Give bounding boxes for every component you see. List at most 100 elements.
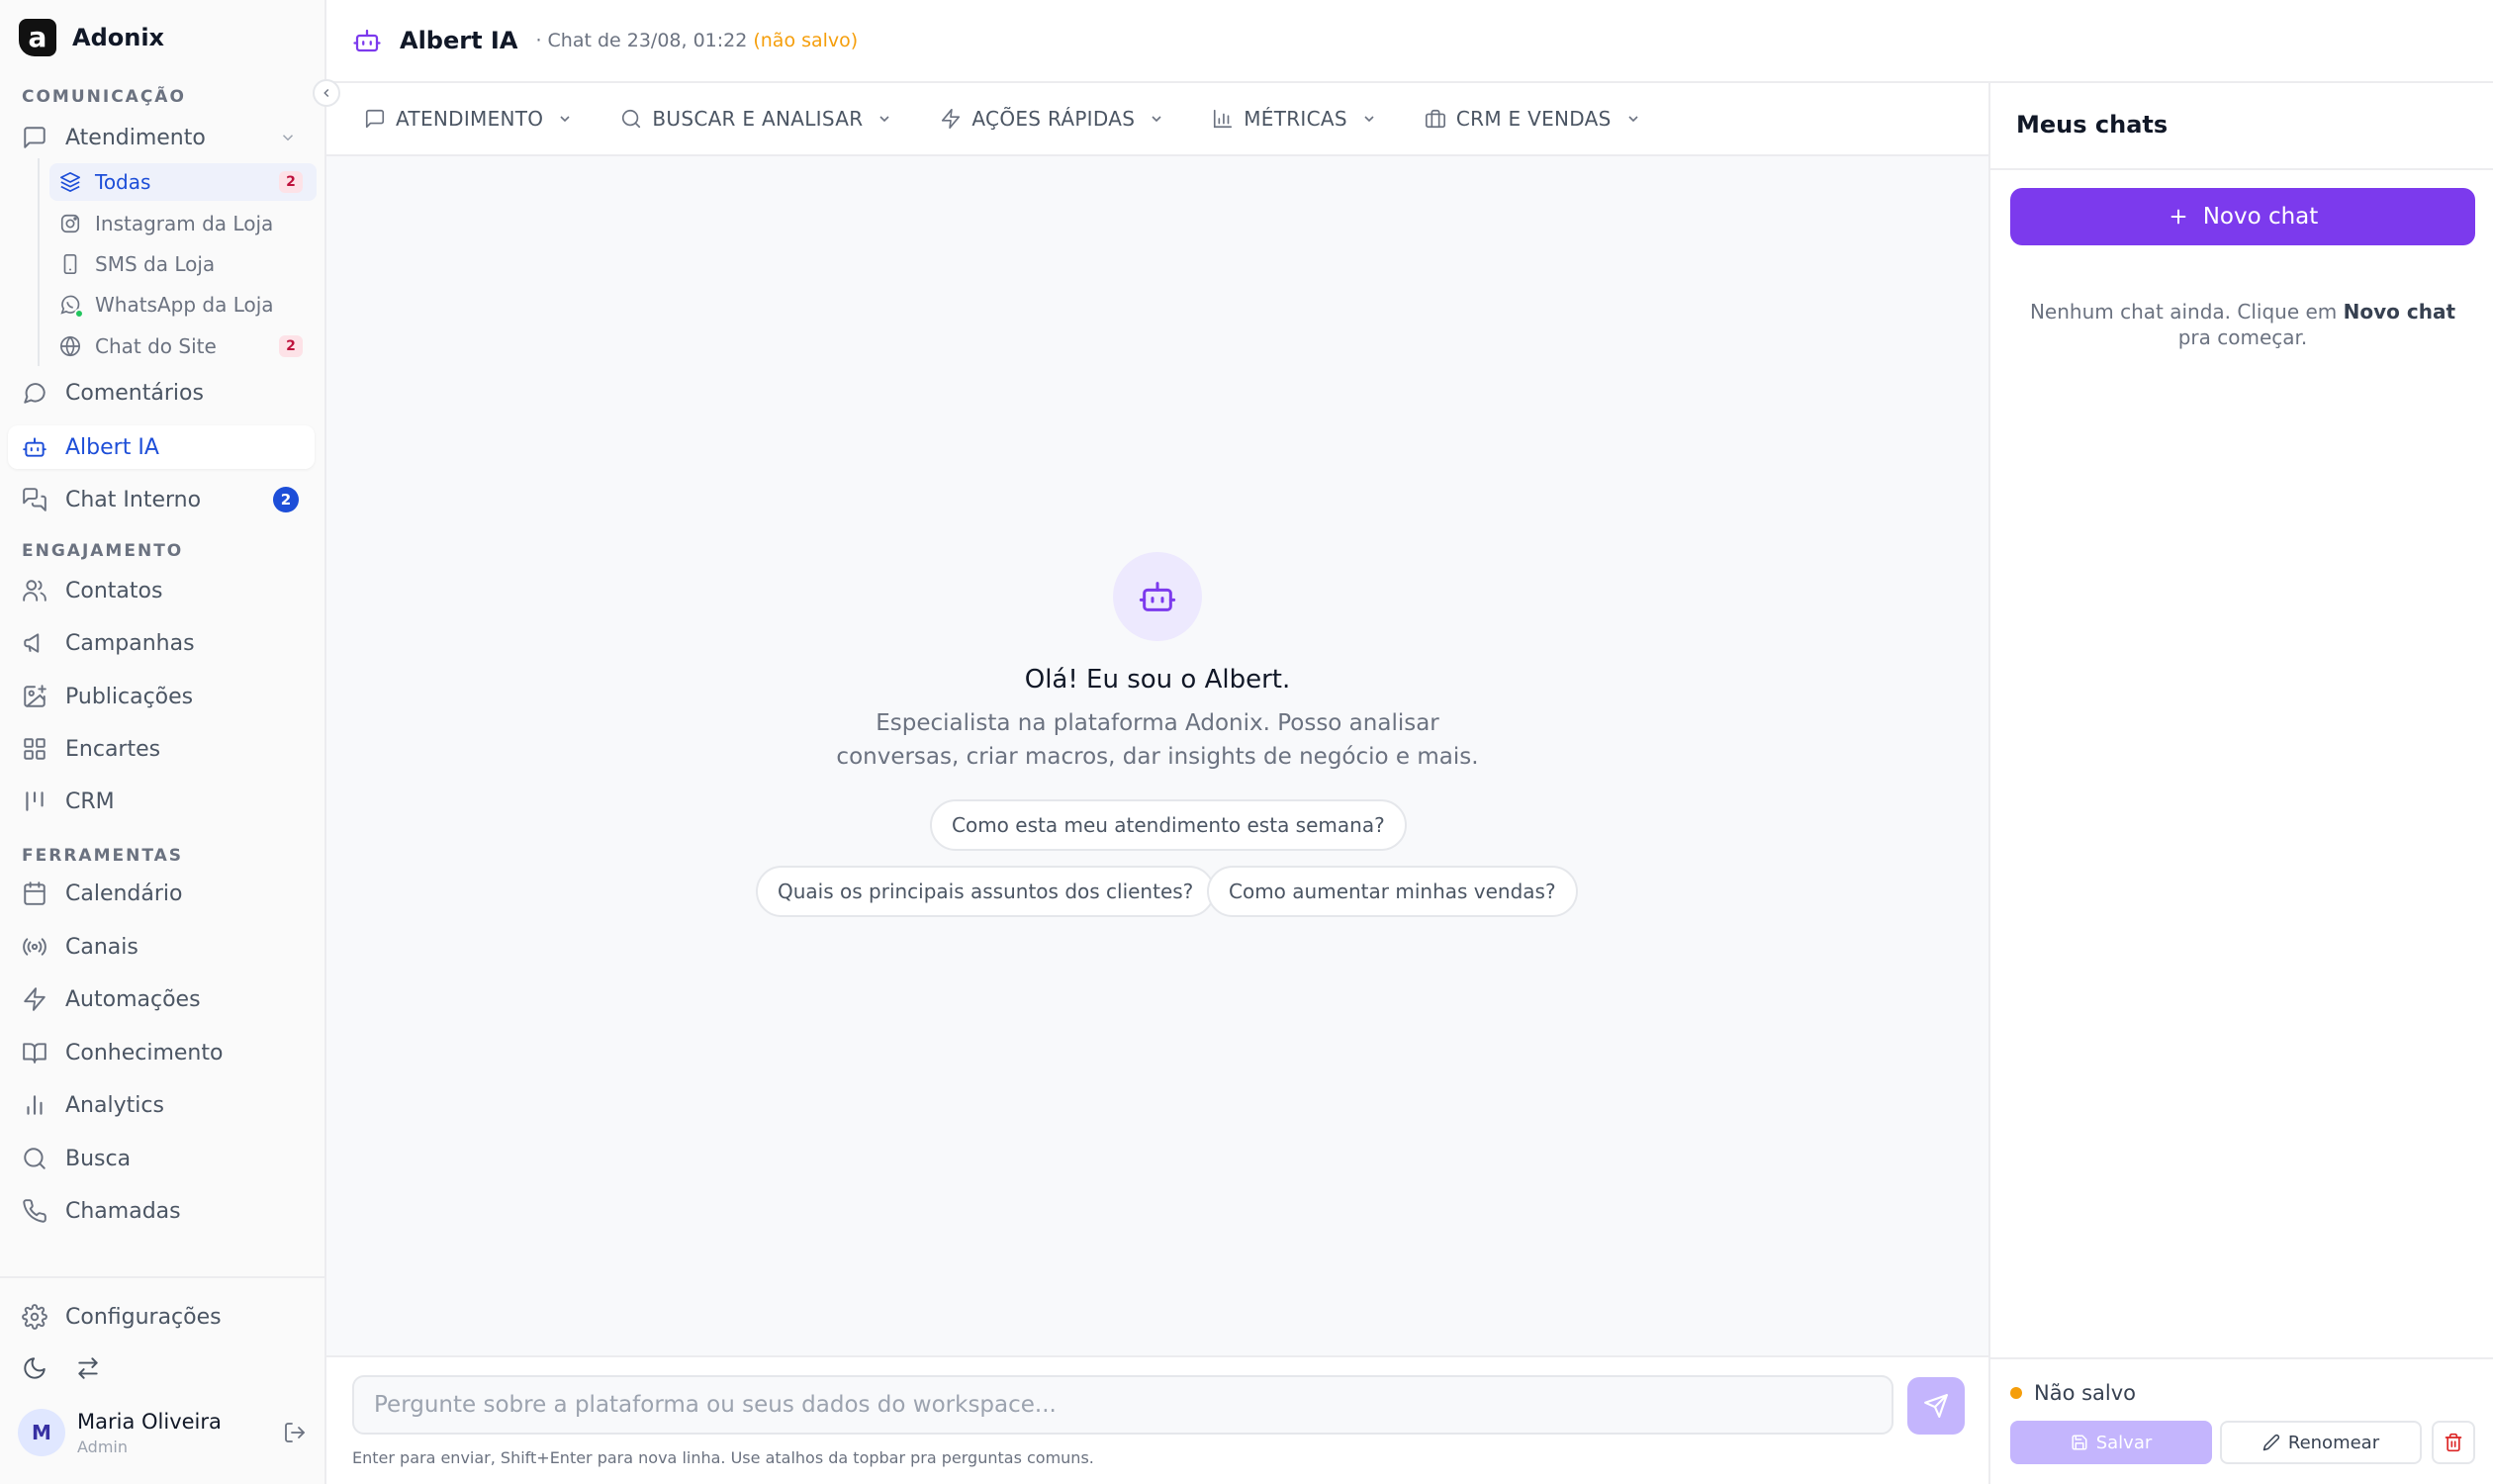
sidebar-item-label: Contatos (65, 578, 163, 603)
rename-button[interactable]: Renomear (2220, 1421, 2422, 1464)
calendar-icon (24, 881, 46, 905)
empty-chats-message: Nenhum chat ainda. Clique em Novo chat p… (2029, 300, 2456, 349)
topbar-menu-label: MÉTRICAS (1244, 107, 1347, 131)
sidebar-item-chamadas[interactable]: Chamadas (22, 1191, 309, 1231)
chevron-down-icon (1152, 116, 1161, 123)
kanban-icon (26, 791, 44, 811)
briefcase-icon (1425, 109, 1445, 129)
logout-icon[interactable] (283, 1421, 307, 1444)
suggestion-chip[interactable]: Como aumentar minhas vendas? (1207, 866, 1578, 917)
sidebar-item-label: Albert IA (65, 434, 159, 460)
my-chats-panel: Meus chats Novo chat Nenhum chat ainda. … (1988, 83, 2493, 1484)
brand[interactable]: a Adonix (19, 19, 164, 56)
sidebar-subitem-todas[interactable]: Todas 2 (49, 163, 317, 201)
sidebar-item-busca[interactable]: Busca (22, 1139, 309, 1178)
sidebar-item-label: Atendimento (65, 125, 206, 150)
whatsapp-icon (59, 294, 84, 319)
user-profile[interactable]: M Maria Oliveira Admin (18, 1407, 315, 1458)
chevron-down-icon[interactable] (279, 129, 297, 146)
rename-label: Renomear (2287, 1432, 2380, 1453)
sidebar-subitem-label: WhatsApp da Loja (95, 293, 274, 317)
sidebar-item-label: Publicações (65, 684, 194, 709)
save-status-label: Não salvo (2034, 1381, 2137, 1405)
topbar-menu-acoes-rapidas[interactable]: AÇÕES RÁPIDAS (940, 107, 1164, 131)
chat-date-label: · Chat de 23/08, 01:22 (535, 30, 748, 51)
messages-square-icon (23, 488, 46, 511)
sidebar-item-canais[interactable]: Canais (22, 927, 309, 967)
section-label-ferramentas: FERRAMENTAS (22, 846, 183, 866)
composer-hint: Enter para enviar, Shift+Enter para nova… (352, 1448, 1094, 1467)
adonix-logo: a (19, 19, 56, 56)
sidebar-item-automacoes[interactable]: Automações (22, 979, 309, 1019)
bot-avatar (1113, 552, 1202, 641)
sidebar-item-albert-ia[interactable]: Albert IA (8, 425, 315, 469)
image-plus-icon (24, 685, 46, 707)
sidebar-collapse-button[interactable] (313, 79, 340, 107)
sidebar-subitem-whatsapp[interactable]: WhatsApp da Loja (49, 286, 317, 324)
megaphone-icon (24, 633, 40, 653)
save-label: Salvar (2095, 1432, 2153, 1453)
save-status: Não salvo (2010, 1381, 2136, 1405)
page-title: Albert IA (400, 27, 518, 54)
pencil-icon (2262, 1434, 2279, 1451)
layout-grid-icon (24, 738, 46, 760)
sidebar-item-crm[interactable]: CRM (22, 782, 309, 821)
trash-icon (2445, 1433, 2462, 1452)
sidebar-subitem-label: Instagram da Loja (95, 212, 274, 235)
sidebar: a Adonix COMUNICAÇÃO Atendimento Todas 2… (0, 0, 326, 1484)
sidebar-item-analytics[interactable]: Analytics (22, 1085, 309, 1125)
sidebar-item-label: Chamadas (65, 1198, 181, 1224)
chevron-down-icon (1364, 116, 1374, 123)
sidebar-subitem-sms[interactable]: SMS da Loja (49, 245, 317, 283)
section-label-engajamento: ENGAJAMENTO (22, 541, 184, 561)
topbar-menu-metricas[interactable]: MÉTRICAS (1212, 107, 1377, 131)
sidebar-subitem-label: Todas (95, 170, 151, 194)
search-icon (622, 109, 641, 129)
panel-footer-divider (1990, 1357, 2493, 1359)
sidebar-item-atendimento[interactable]: Atendimento (22, 118, 309, 157)
chevron-down-icon (1628, 116, 1638, 123)
sidebar-item-encartes[interactable]: Encartes (22, 729, 309, 769)
chevron-down-icon (560, 116, 570, 123)
delete-button[interactable] (2432, 1421, 2475, 1464)
sidebar-subitem-chat-do-site[interactable]: Chat do Site 2 (49, 327, 317, 365)
send-button[interactable] (1907, 1377, 1965, 1435)
message-input[interactable] (374, 1392, 1892, 1418)
bar-chart-icon (1214, 109, 1233, 129)
sidebar-utility-icons (22, 1355, 101, 1381)
topbar-menu-crm-vendas[interactable]: CRM E VENDAS (1425, 107, 1641, 131)
sidebar-item-calendario[interactable]: Calendário (22, 874, 309, 913)
sidebar-item-label: Canais (65, 934, 138, 960)
sidebar-subitem-label: SMS da Loja (95, 252, 216, 276)
greeting-title: Olá! Eu sou o Albert. (1024, 665, 1291, 695)
new-chat-button[interactable]: Novo chat (2010, 188, 2475, 245)
sidebar-item-comentarios[interactable]: Comentários (22, 373, 309, 413)
sidebar-item-campanhas[interactable]: Campanhas (22, 623, 309, 663)
sidebar-item-configuracoes[interactable]: Configurações (22, 1297, 309, 1337)
suggestion-chip[interactable]: Como esta meu atendimento esta semana? (930, 799, 1407, 851)
plus-icon (2170, 209, 2186, 225)
layers-icon (60, 172, 80, 192)
topbar-menu-buscar-analisar[interactable]: BUSCAR E ANALISAR (620, 107, 892, 131)
sidebar-item-publicacoes[interactable]: Publicações (22, 677, 309, 716)
sidebar-item-contatos[interactable]: Contatos (22, 571, 309, 610)
sidebar-item-chat-interno[interactable]: Chat Interno 2 (22, 480, 309, 519)
panel-title: Meus chats (2016, 111, 2169, 139)
suggestion-chip[interactable]: Quais os principais assuntos dos cliente… (756, 866, 1216, 917)
book-open-icon (23, 1043, 46, 1064)
bot-icon (1139, 582, 1176, 611)
switch-arrows-icon[interactable] (75, 1355, 101, 1381)
topbar-menu-label: ATENDIMENTO (396, 107, 544, 131)
moon-icon[interactable] (22, 1355, 47, 1381)
save-button[interactable]: Salvar (2010, 1421, 2212, 1464)
unread-badge: 2 (279, 171, 303, 193)
sidebar-subitem-instagram[interactable]: Instagram da Loja (49, 205, 317, 242)
unsaved-indicator: (não salvo) (753, 30, 859, 51)
sidebar-item-label: Busca (65, 1146, 132, 1171)
sidebar-item-conhecimento[interactable]: Conhecimento (22, 1033, 309, 1072)
topbar-menu-label: AÇÕES RÁPIDAS (971, 107, 1136, 131)
topbar-menu-atendimento[interactable]: ATENDIMENTO (364, 107, 573, 131)
sidebar-subitem-label: Chat do Site (95, 334, 217, 358)
unsaved-dot (2010, 1387, 2022, 1399)
sidebar-item-label: Conhecimento (65, 1040, 224, 1066)
